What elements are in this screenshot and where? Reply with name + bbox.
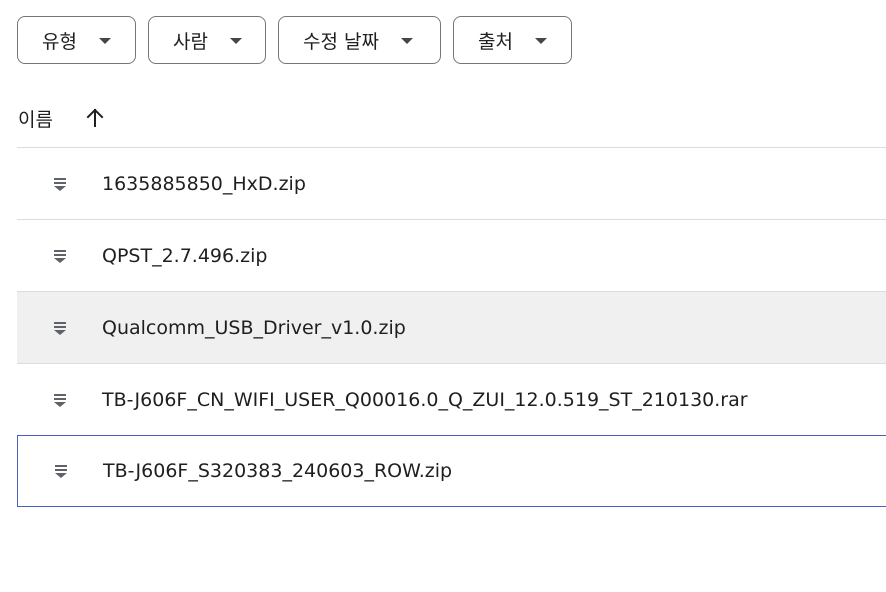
file-name: TB-J606F_CN_WIFI_USER_Q00016.0_Q_ZUI_12.… [102,388,748,411]
list-header: 이름 [18,98,107,138]
dropdown-caret-icon [229,38,242,44]
file-name: 1635885850_HxD.zip [102,172,306,195]
archive-icon [54,249,66,263]
filter-type-button[interactable]: 유형 [17,16,136,64]
archive-icon [54,177,66,191]
file-row[interactable]: QPST_2.7.496.zip [17,219,886,291]
dropdown-caret-icon [400,38,413,44]
filter-people-button[interactable]: 사람 [148,16,266,64]
archive-icon [54,321,66,335]
file-row[interactable]: Qualcomm_USB_Driver_v1.0.zip [17,291,886,363]
arrow-up-icon[interactable] [83,106,107,130]
filter-modified-date-label: 수정 날짜 [303,30,379,53]
name-column-header[interactable]: 이름 [18,105,53,132]
filter-source-button[interactable]: 출처 [453,16,572,64]
file-name: QPST_2.7.496.zip [102,244,268,267]
file-name: Qualcomm_USB_Driver_v1.0.zip [102,316,406,339]
archive-icon [54,393,66,407]
filter-modified-date-button[interactable]: 수정 날짜 [278,16,441,64]
filter-people-label: 사람 [173,30,208,53]
filter-type-label: 유형 [42,30,77,53]
archive-icon [55,465,67,478]
dropdown-caret-icon [534,38,547,44]
filter-bar: 유형 사람 수정 날짜 출처 [17,16,572,64]
file-row[interactable]: TB-J606F_S320383_240603_ROW.zip [17,435,886,507]
dropdown-caret-icon [98,38,111,44]
filter-source-label: 출처 [478,30,513,53]
file-list: 1635885850_HxD.zip QPST_2.7.496.zip Qual… [17,147,886,507]
file-name: TB-J606F_S320383_240603_ROW.zip [103,460,453,482]
file-row[interactable]: 1635885850_HxD.zip [17,147,886,219]
file-row[interactable]: TB-J606F_CN_WIFI_USER_Q00016.0_Q_ZUI_12.… [17,363,886,435]
